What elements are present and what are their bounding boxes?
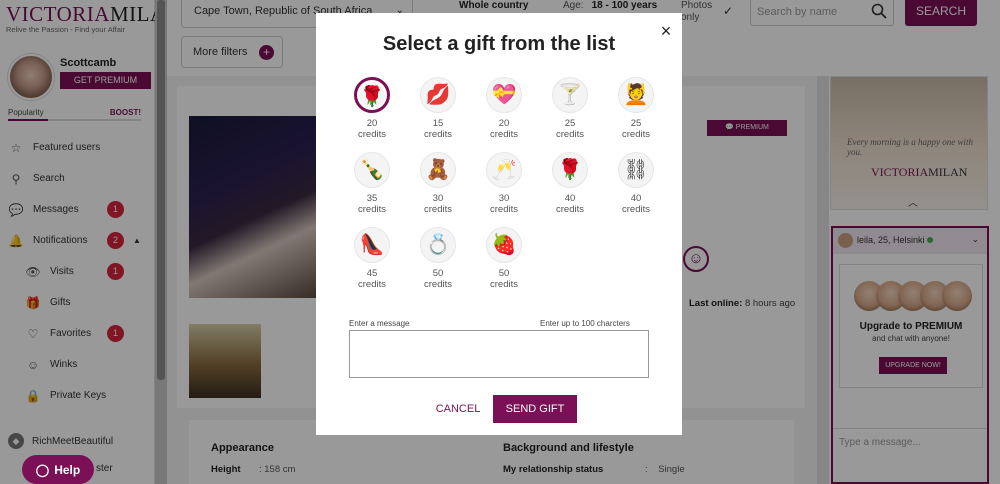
- gift-credits-unit: credits: [490, 204, 518, 215]
- gift-option[interactable]: 💍 50 credits: [410, 227, 466, 302]
- gift-option[interactable]: 🧸 30 credits: [410, 152, 466, 227]
- strawberry-icon: 🍓: [486, 227, 522, 263]
- help-bubble-icon: ◯: [35, 462, 50, 477]
- gift-credits-unit: credits: [556, 129, 584, 140]
- close-icon[interactable]: ×: [656, 21, 676, 42]
- message-label: Enter a message: [349, 319, 410, 328]
- gift-credits-value: 45: [366, 268, 378, 279]
- gift-credits-unit: credits: [556, 204, 584, 215]
- gift-credits-value: 50: [432, 268, 444, 279]
- roses-bouquet-icon: 🌹: [552, 152, 588, 188]
- teddy-bear-icon: 🧸: [420, 152, 456, 188]
- gift-option[interactable]: 🥂 30 credits: [476, 152, 532, 227]
- help-label: Help: [54, 462, 81, 477]
- gift-credits-value: 30: [498, 193, 510, 204]
- rose-icon: 🌹: [354, 77, 390, 113]
- gift-credits-unit: credits: [358, 279, 386, 290]
- gift-credits-value: 25: [630, 118, 642, 129]
- ring-icon: 💍: [420, 227, 456, 263]
- gift-option[interactable]: 👠 45 credits: [344, 227, 400, 302]
- gift-option[interactable]: 🌹 20 credits: [344, 77, 400, 152]
- gift-credits-value: 35: [366, 193, 378, 204]
- modal-title: Select a gift from the list: [382, 33, 616, 55]
- gift-option[interactable]: 💝 20 credits: [476, 77, 532, 152]
- gift-credits-unit: credits: [424, 279, 452, 290]
- gift-credits-unit: credits: [424, 204, 452, 215]
- gift-option[interactable]: 💋 15 credits: [410, 77, 466, 152]
- cancel-button[interactable]: CANCEL: [420, 395, 496, 423]
- gift-credits-value: 50: [498, 268, 510, 279]
- massage-icon: 💆: [618, 77, 654, 113]
- gift-option[interactable]: 🌹 40 credits: [542, 152, 598, 227]
- gift-credits-unit: credits: [424, 129, 452, 140]
- gift-credits-unit: credits: [490, 279, 518, 290]
- champagne-bubbles-icon: 🍾: [354, 152, 390, 188]
- gift-option[interactable]: 💆 25 credits: [608, 77, 664, 152]
- lips-icon: 💋: [420, 77, 456, 113]
- gift-credits-unit: credits: [358, 129, 386, 140]
- gift-modal: Select a gift from the list × 🌹 20 credits…: [316, 13, 682, 435]
- gift-credits-value: 25: [564, 118, 576, 129]
- gift-credits-value: 40: [630, 193, 642, 204]
- gift-credits-value: 15: [432, 118, 444, 129]
- handcuffs-icon: ⛓: [618, 152, 654, 188]
- cocktail-icon: 🍸: [552, 77, 588, 113]
- gift-option[interactable]: 🍓 50 credits: [476, 227, 532, 302]
- message-limit: Enter up to 100 charcters: [540, 319, 630, 328]
- high-heels-icon: 👠: [354, 227, 390, 263]
- gift-credits-value: 40: [564, 193, 576, 204]
- gift-credits-unit: credits: [622, 129, 650, 140]
- gift-credits-unit: credits: [622, 204, 650, 215]
- gift-option[interactable]: 🍸 25 credits: [542, 77, 598, 152]
- gift-credits-value: 30: [432, 193, 444, 204]
- gift-credits-unit: credits: [358, 204, 386, 215]
- gift-credits-value: 20: [366, 118, 378, 129]
- champagne-glasses-icon: 🥂: [486, 152, 522, 188]
- send-gift-button[interactable]: SEND GIFT: [493, 395, 577, 423]
- help-button[interactable]: ◯ Help: [22, 455, 94, 484]
- heart-box-icon: 💝: [486, 77, 522, 113]
- gift-option[interactable]: ⛓ 40 credits: [608, 152, 664, 227]
- gift-option[interactable]: 🍾 35 credits: [344, 152, 400, 227]
- gift-credits-value: 20: [498, 118, 510, 129]
- gift-message-input[interactable]: [349, 330, 649, 378]
- gift-credits-unit: credits: [490, 129, 518, 140]
